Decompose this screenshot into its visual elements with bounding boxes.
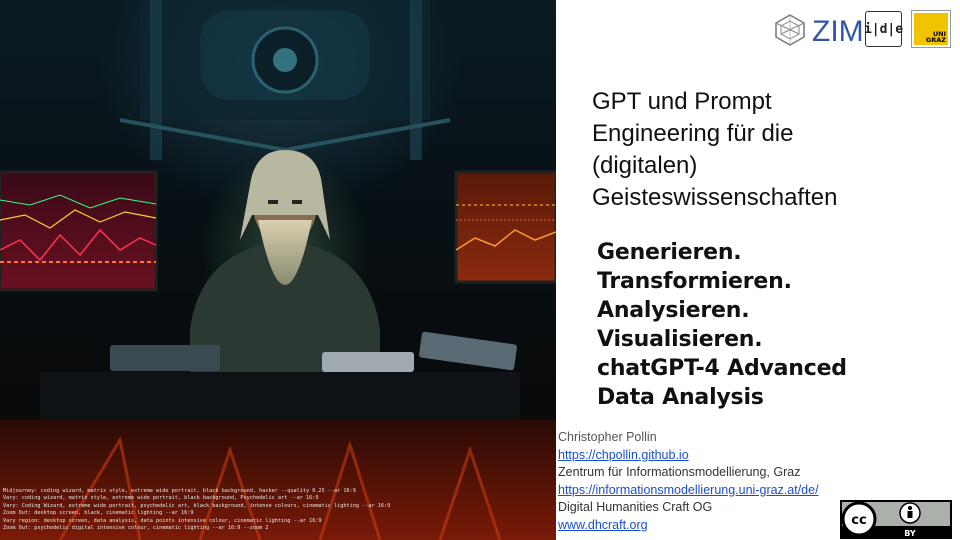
- title-line: GPT und Prompt: [592, 88, 772, 115]
- cc-icon-text: cc: [851, 513, 866, 528]
- left-monitor: [0, 170, 158, 292]
- prompt-line: Zoom Out: desktop screen, black, cinemat…: [3, 510, 194, 517]
- by-label: BY: [904, 529, 916, 538]
- prompt-line: Zoom Out: psychodelic digital intensive …: [3, 525, 269, 532]
- right-monitor: [454, 170, 556, 284]
- subtitle-line: Generieren.: [597, 240, 742, 265]
- artwork-illustration: [0, 0, 556, 540]
- geometric-logo-icon: [775, 14, 805, 46]
- ide-logo: i|d|e: [863, 11, 904, 47]
- author-name: Christopher Pollin: [558, 430, 657, 444]
- company-website-link[interactable]: www.dhcraft.org: [558, 518, 648, 532]
- subtitle-line: Data Analysis: [597, 385, 764, 410]
- subtitle-line: Analysieren.: [597, 298, 750, 323]
- subtitle-line: chatGPT-4 Advanced: [597, 356, 847, 381]
- author-website-link[interactable]: https://chpollin.github.io: [558, 448, 689, 462]
- ide-logo-text: i|d|e: [863, 21, 904, 37]
- zim-logo-icon: ZIM: [812, 15, 862, 47]
- prompt-line: Vary: coding wizard, matrix style, extre…: [3, 495, 319, 502]
- subtitle-line: Transformieren.: [597, 269, 792, 294]
- prompt-line: Vary: Coding Wizard, extreme wide portra…: [3, 502, 391, 509]
- author-contact: Christopher Pollin https://chpollin.gith…: [558, 429, 848, 535]
- slide-title: GPT und Prompt Engineering für die (digi…: [592, 86, 932, 214]
- cc-by-license-badge: cc BY: [840, 500, 952, 539]
- midjourney-prompt-log: Midjourney: coding wizard, matrix style,…: [3, 488, 555, 532]
- midjourney-artwork: Midjourney: coding wizard, matrix style,…: [0, 0, 556, 540]
- uni-graz-logo-text: UNI GRAZ: [925, 30, 946, 44]
- uni-graz-logo: UNI GRAZ: [911, 10, 951, 48]
- prompt-line: Midjourney: coding wizard, matrix style,…: [3, 488, 356, 494]
- company-name: Digital Humanities Craft OG: [558, 500, 713, 515]
- title-line: Engineering für die: [592, 120, 794, 147]
- title-slide: ZIM i|d|e UNI GRAZ GPT und Prompt Engine…: [556, 0, 960, 540]
- ceiling-machinery: [119, 0, 451, 160]
- slide-subtitle: Generieren. Transformieren. Analysieren.…: [597, 238, 927, 412]
- title-line: Geisteswissenschaften: [592, 184, 838, 211]
- title-line: (digitalen): [592, 152, 698, 179]
- uni-graz-logo-square: UNI GRAZ: [914, 13, 948, 45]
- institution-website-link[interactable]: https://informationsmodellierung.uni-gra…: [558, 483, 819, 497]
- zim-logo-text: ZIM: [812, 15, 862, 47]
- prompt-line: Vary region: desktop screen, data analys…: [3, 517, 322, 524]
- institution-name: Zentrum für Informationsmodellierung, Gr…: [558, 465, 801, 480]
- subtitle-line: Visualisieren.: [597, 327, 763, 352]
